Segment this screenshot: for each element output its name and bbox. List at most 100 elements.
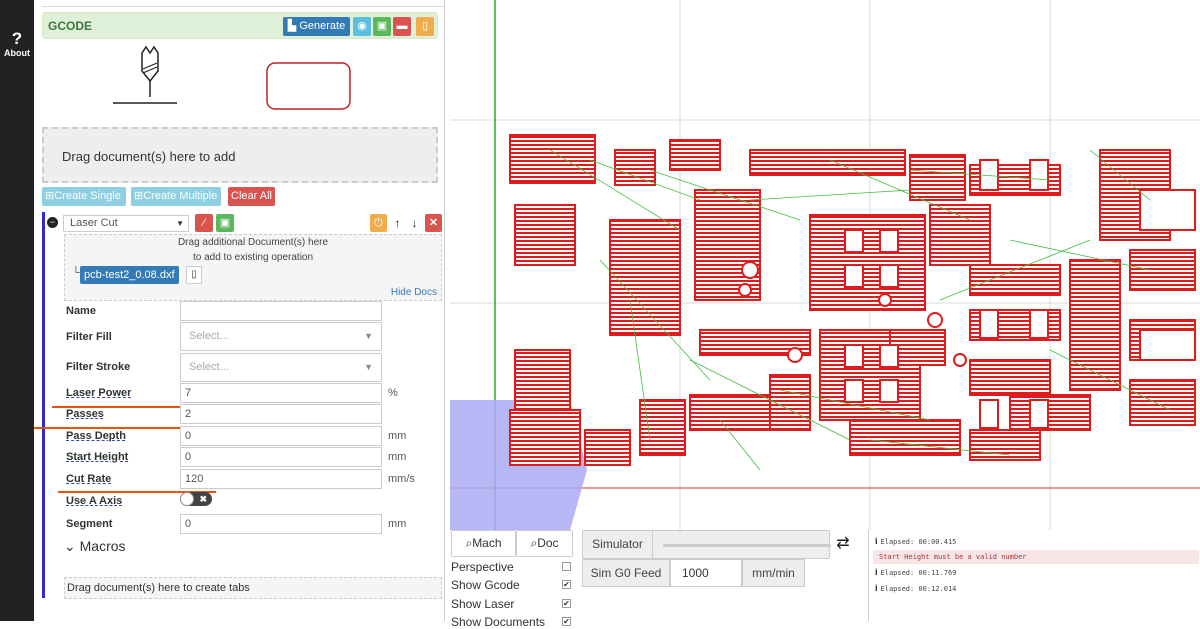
cut-rate-input[interactable]: 120 [180, 469, 382, 489]
filter-stroke-label: Filter Stroke [66, 361, 131, 373]
about-button[interactable]: ? About [0, 30, 34, 58]
chevron-down-icon: ⌄ [64, 538, 76, 554]
folder-icon: ▬ [396, 20, 408, 32]
magic-wand-button[interactable]: ⁄ [195, 214, 213, 232]
name-input[interactable] [180, 301, 382, 321]
operation-card: − Laser Cut ▼ ⁄ ▣ ⏻ ↑ ↓ ✕ Drag additiona… [34, 212, 442, 599]
gcode-header: GCODE ▙ Generate ◉ ▣ ▬ ▯ [42, 12, 438, 39]
operation-docs-dropzone[interactable]: Drag additional Document(s) here to add … [64, 234, 442, 301]
pass-depth-unit: mm [388, 430, 407, 442]
move-down-button[interactable]: ↓ [407, 214, 422, 232]
doc-view-button[interactable]: ⌕Doc [516, 530, 573, 557]
simulator-slider[interactable] [663, 544, 831, 547]
material-outline [266, 62, 351, 110]
start-height-unit: mm [388, 451, 407, 463]
clear-gcode-button[interactable]: ▯ [416, 17, 434, 36]
collapse-icon[interactable]: − [47, 217, 58, 228]
perspective-label: Perspective [451, 560, 514, 574]
tree-branch-icon: └ [72, 267, 80, 279]
power-icon: ⏻ [374, 217, 383, 229]
view-gcode-button[interactable]: ◉ [353, 17, 371, 36]
save-icon: ▣ [219, 217, 231, 229]
create-single-button[interactable]: ⊞Create Single [42, 187, 126, 206]
pass-depth-label: Pass Depth [66, 430, 126, 442]
viewport-controls: ⌕Mach ⌕Doc Perspective Show Gcode ✔ Show… [450, 530, 1200, 629]
close-icon: ✕ [428, 217, 439, 229]
cutter-tool-icon [113, 45, 177, 104]
pass-depth-input[interactable]: 0 [180, 426, 382, 446]
document-tag[interactable]: pcb-test2_0.08.dxf [80, 266, 179, 284]
pcb-preview [450, 0, 1200, 530]
create-single-icon: ⊞ [45, 190, 55, 202]
show-documents-label: Show Documents [451, 615, 546, 629]
cut-rate-unit: mm/s [388, 473, 415, 485]
laser-power-label: Laser Power [66, 387, 132, 399]
trash-icon: ▯ [191, 269, 197, 280]
mach-label: Mach [472, 536, 502, 550]
sim-feed-label: Sim G0 Feed [582, 559, 670, 587]
swap-arrows-icon[interactable]: ⇄ [830, 532, 856, 556]
create-single-label: Create Single [54, 190, 121, 202]
pcb-traces [509, 134, 1196, 466]
use-a-axis-toggle[interactable]: ✖ [180, 492, 212, 506]
workspace-canvas[interactable] [450, 0, 1200, 530]
info-icon: i [875, 583, 878, 593]
perspective-checkbox[interactable] [562, 562, 571, 571]
gcode-title: GCODE [48, 19, 93, 33]
use-a-axis-label: Use A Axis [66, 495, 123, 507]
remove-document-button[interactable]: ▯ [186, 266, 202, 284]
simulator-control: Simulator [582, 530, 831, 559]
simulator-label: Simulator [583, 531, 653, 558]
passes-input[interactable]: 2 [180, 404, 382, 424]
divider [42, 6, 444, 7]
toggle-knob [180, 492, 194, 506]
log-entry: i Elapsed: 00:11.769 [873, 565, 1199, 579]
toggle-operation-button[interactable]: ⏻ [370, 214, 387, 232]
laser-power-input[interactable]: 7 [180, 383, 382, 403]
filter-fill-select[interactable]: Select... ▼ [180, 322, 382, 351]
cut-rate-label: Cut Rate [66, 473, 112, 485]
hide-docs-link[interactable]: Hide Docs [391, 287, 437, 298]
chart-icon: ▙ [287, 20, 297, 32]
move-up-button[interactable]: ↑ [390, 214, 405, 232]
generate-label: Generate [299, 20, 346, 32]
operations-panel: GCODE ▙ Generate ◉ ▣ ▬ ▯ Drag document(s… [34, 0, 444, 621]
document-dropzone[interactable]: Drag document(s) here to add [42, 127, 438, 183]
create-multiple-button[interactable]: ⊞Create Multiple [131, 187, 221, 206]
sim-feed-unit: mm/min [742, 559, 805, 587]
filter-fill-label: Filter Fill [66, 331, 112, 343]
show-laser-checkbox[interactable]: ✔ [562, 599, 571, 608]
save-operation-button[interactable]: ▣ [216, 214, 234, 232]
show-gcode-checkbox[interactable]: ✔ [562, 580, 571, 589]
log-text: Elapsed: 00:00.415 [880, 538, 957, 546]
mach-view-button[interactable]: ⌕Mach [451, 530, 516, 557]
log-text: Elapsed: 00:12.014 [880, 585, 957, 593]
tabs-dropzone[interactable]: Drag document(s) here to create tabs [64, 577, 442, 599]
tool-illustration [113, 45, 351, 110]
info-icon: i [875, 536, 878, 546]
docs-drop-line1: Drag additional Document(s) here [177, 237, 329, 248]
filter-stroke-select[interactable]: Select... ▼ [180, 353, 382, 382]
laser-power-unit: % [388, 387, 398, 399]
clear-all-button[interactable]: Clear All [228, 187, 275, 206]
wand-icon: ⁄ [203, 217, 205, 229]
chevron-down-icon: ▼ [364, 362, 373, 372]
sim-feed-input[interactable]: 1000 [670, 559, 742, 587]
log-text: Start Height must be a valid number [879, 553, 1027, 561]
remove-operation-button[interactable]: ✕ [425, 214, 442, 232]
show-documents-checkbox[interactable]: ✔ [562, 617, 571, 626]
macros-toggle[interactable]: ⌄ Macros [64, 538, 126, 555]
arrow-up-icon: ↑ [394, 216, 401, 230]
save-gcode-button[interactable]: ▣ [373, 17, 391, 36]
segment-label: Segment [66, 518, 113, 530]
start-height-input[interactable]: 0 [180, 447, 382, 467]
dropzone-text: Drag document(s) here to add [62, 149, 236, 164]
show-gcode-label: Show Gcode [451, 578, 520, 592]
generate-button[interactable]: ▙ Generate [283, 17, 350, 36]
start-height-label: Start Height [66, 451, 129, 463]
left-toolbar: ? About [0, 0, 34, 621]
open-folder-button[interactable]: ▬ [393, 17, 411, 36]
message-console: i Elapsed: 00:00.415 Start Height must be… [868, 530, 1200, 621]
segment-input[interactable]: 0 [180, 514, 382, 534]
operation-type-select[interactable]: Laser Cut ▼ [63, 215, 189, 232]
